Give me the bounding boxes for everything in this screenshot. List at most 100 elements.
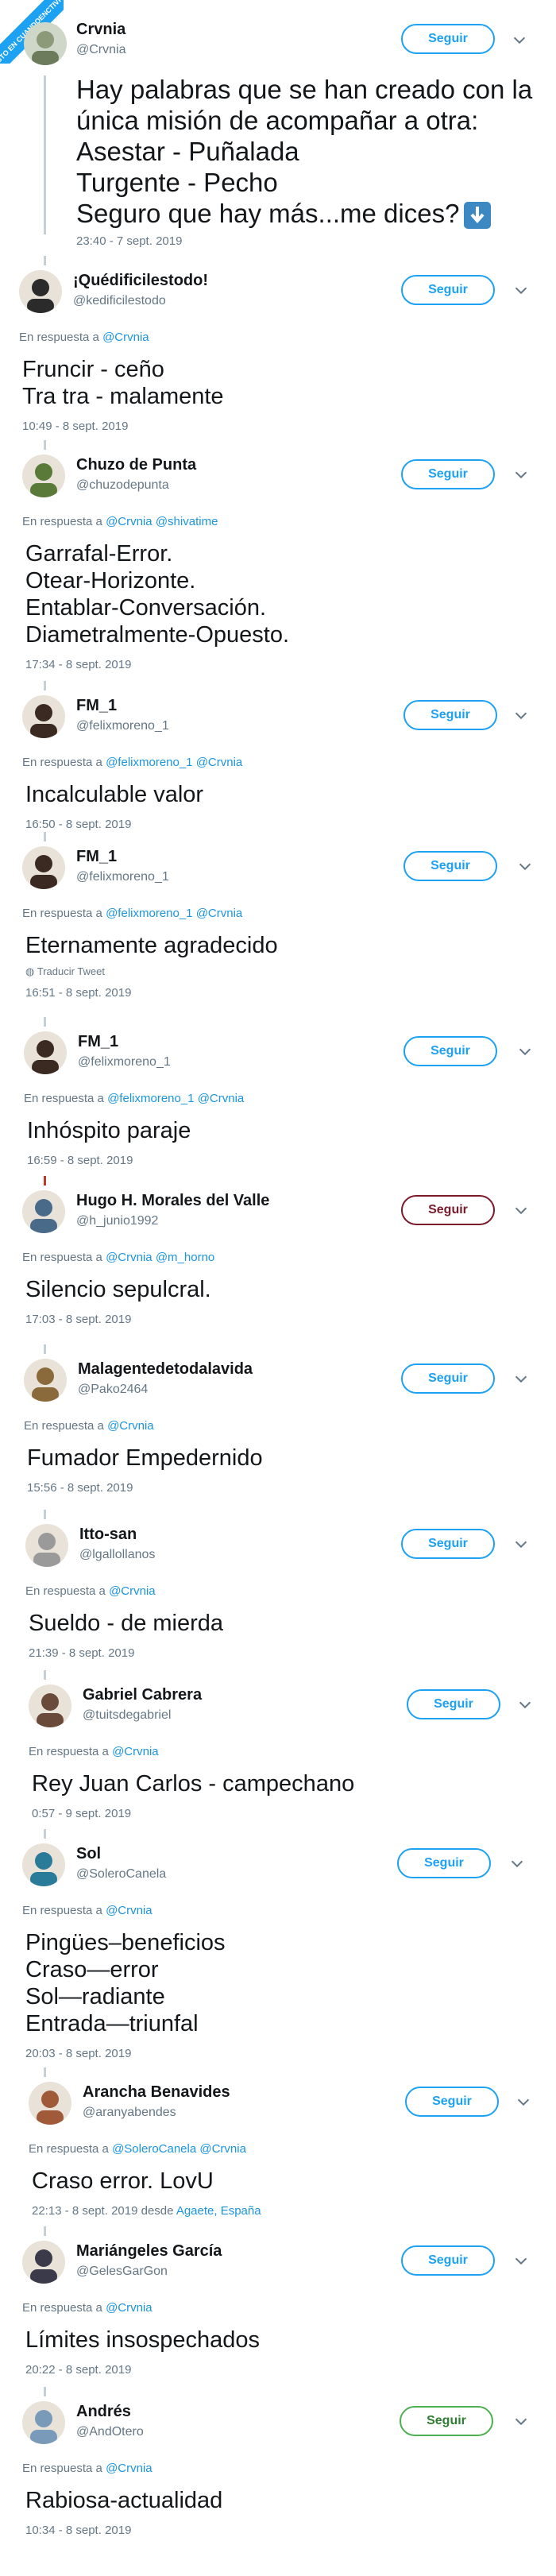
- author-name[interactable]: Mariángeles García: [76, 2242, 222, 2261]
- chevron-down-icon[interactable]: [508, 1855, 526, 1873]
- follow-button[interactable]: Seguir: [403, 851, 497, 881]
- avatar[interactable]: [22, 1843, 65, 1886]
- author-name[interactable]: Andrés: [76, 2403, 131, 2421]
- author-handle[interactable]: @kedificilestodo: [73, 294, 166, 308]
- author-name[interactable]: FM_1: [76, 848, 117, 866]
- timestamp[interactable]: 21:39 - 8 sept. 2019: [29, 1646, 134, 1660]
- timestamp[interactable]: 23:40 - 7 sept. 2019: [76, 234, 182, 248]
- follow-button[interactable]: Seguir: [403, 700, 497, 730]
- mention-link[interactable]: @felixmoreno_1: [106, 907, 192, 920]
- mention-link[interactable]: @Crvnia: [109, 1584, 156, 1598]
- timestamp[interactable]: 17:03 - 8 sept. 2019: [25, 1313, 131, 1326]
- mention-link[interactable]: @m_horno: [156, 1251, 214, 1264]
- timestamp[interactable]: 20:03 - 8 sept. 2019: [25, 2047, 131, 2060]
- mention-link[interactable]: @Crvnia: [199, 2142, 246, 2156]
- author-name[interactable]: Sol: [76, 1845, 101, 1863]
- author-name[interactable]: FM_1: [76, 697, 117, 715]
- timestamp[interactable]: 16:50 - 8 sept. 2019: [25, 818, 131, 831]
- mention-link[interactable]: @Crvnia: [112, 1745, 159, 1758]
- avatar[interactable]: [25, 1524, 68, 1567]
- mention-link[interactable]: @Crvnia: [196, 907, 243, 920]
- mention-link[interactable]: @Crvnia: [198, 1092, 245, 1105]
- follow-button[interactable]: Seguir: [401, 1195, 495, 1225]
- avatar[interactable]: [22, 695, 65, 738]
- follow-button[interactable]: Seguir: [403, 1036, 497, 1066]
- author-name[interactable]: Chuzo de Punta: [76, 456, 196, 474]
- follow-button[interactable]: Seguir: [401, 24, 495, 54]
- follow-button[interactable]: Seguir: [407, 1689, 500, 1719]
- chevron-down-icon[interactable]: [512, 2253, 530, 2270]
- avatar[interactable]: [29, 1684, 71, 1727]
- chevron-down-icon[interactable]: [516, 858, 534, 876]
- mention-link[interactable]: @Crvnia: [106, 2301, 153, 2315]
- avatar[interactable]: [24, 1359, 67, 1402]
- mention-link[interactable]: @Crvnia: [106, 1904, 153, 1917]
- mention-link[interactable]: @Crvnia: [102, 331, 149, 344]
- avatar[interactable]: [29, 2082, 71, 2125]
- chevron-down-icon[interactable]: [512, 466, 530, 484]
- avatar[interactable]: [22, 2401, 65, 2444]
- author-handle[interactable]: @felixmoreno_1: [76, 870, 169, 884]
- author-handle[interactable]: @h_junio1992: [76, 1214, 158, 1228]
- location-link[interactable]: Agaete, España: [176, 2204, 261, 2218]
- timestamp[interactable]: 16:51 - 8 sept. 2019: [25, 986, 131, 1000]
- author-name[interactable]: Crvnia: [76, 21, 125, 39]
- mention-link[interactable]: @felixmoreno_1: [106, 756, 192, 769]
- avatar[interactable]: [19, 270, 62, 313]
- author-handle[interactable]: @felixmoreno_1: [78, 1055, 171, 1069]
- follow-button[interactable]: Seguir: [401, 2245, 495, 2276]
- timestamp[interactable]: 10:34 - 8 sept. 2019: [25, 2524, 131, 2537]
- author-name[interactable]: Itto-san: [79, 1526, 137, 1544]
- author-handle[interactable]: @felixmoreno_1: [76, 719, 169, 733]
- follow-button[interactable]: Seguir: [401, 1363, 495, 1394]
- mention-link[interactable]: @Crvnia: [106, 1251, 153, 1264]
- avatar[interactable]: [22, 454, 65, 497]
- follow-button[interactable]: Seguir: [401, 275, 495, 305]
- author-handle[interactable]: @Crvnia: [76, 43, 125, 57]
- timestamp[interactable]: 0:57 - 9 sept. 2019: [32, 1807, 131, 1820]
- chevron-down-icon[interactable]: [512, 1536, 530, 1553]
- chevron-down-icon[interactable]: [515, 2094, 532, 2111]
- author-handle[interactable]: @AndOtero: [76, 2425, 144, 2439]
- follow-button[interactable]: Seguir: [405, 2087, 499, 2117]
- author-handle[interactable]: @lgallollanos: [79, 1548, 155, 1562]
- translate-link[interactable]: ◍ Traducir Tweet: [25, 965, 105, 978]
- timestamp[interactable]: 15:56 - 8 sept. 2019: [27, 1481, 133, 1495]
- chevron-down-icon[interactable]: [512, 1202, 530, 1220]
- avatar[interactable]: [24, 1031, 67, 1074]
- author-name[interactable]: Arancha Benavides: [83, 2083, 230, 2102]
- avatar[interactable]: [22, 2241, 65, 2284]
- author-handle[interactable]: @aranyabendes: [83, 2106, 176, 2120]
- chevron-down-icon[interactable]: [511, 32, 528, 49]
- timestamp[interactable]: 20:22 - 8 sept. 2019: [25, 2363, 131, 2377]
- author-name[interactable]: ¡Quédificilestodo!: [73, 272, 208, 290]
- author-name[interactable]: Malagentedetodalavida: [78, 1360, 253, 1379]
- follow-button[interactable]: Seguir: [397, 1848, 491, 1878]
- timestamp[interactable]: 22:13 - 8 sept. 2019 desde Agaete, Españ…: [32, 2204, 261, 2218]
- follow-button[interactable]: Seguir: [401, 1529, 495, 1559]
- mention-link[interactable]: @SoleroCanela: [112, 2142, 196, 2156]
- mention-link[interactable]: @Crvnia: [196, 756, 243, 769]
- timestamp[interactable]: 16:59 - 8 sept. 2019: [27, 1154, 133, 1167]
- author-handle[interactable]: @GelesGarGon: [76, 2265, 168, 2279]
- follow-button[interactable]: Seguir: [401, 459, 495, 489]
- mention-link[interactable]: @Crvnia: [106, 2462, 153, 2475]
- author-handle[interactable]: @chuzodepunta: [76, 478, 169, 493]
- mention-link[interactable]: @felixmoreno_1: [107, 1092, 194, 1105]
- mention-link[interactable]: @Crvnia: [107, 1419, 154, 1433]
- avatar[interactable]: [22, 846, 65, 889]
- timestamp[interactable]: 17:34 - 8 sept. 2019: [25, 658, 131, 671]
- mention-link[interactable]: @Crvnia: [106, 515, 153, 528]
- avatar[interactable]: [22, 1190, 65, 1233]
- follow-button[interactable]: Seguir: [400, 2406, 493, 2436]
- author-name[interactable]: FM_1: [78, 1033, 118, 1051]
- chevron-down-icon[interactable]: [512, 1371, 530, 1388]
- mention-link[interactable]: @shivatime: [156, 515, 218, 528]
- author-name[interactable]: Hugo H. Morales del Valle: [76, 1192, 269, 1210]
- author-handle[interactable]: @Pako2464: [78, 1383, 148, 1397]
- author-name[interactable]: Gabriel Cabrera: [83, 1686, 202, 1704]
- chevron-down-icon[interactable]: [512, 282, 530, 300]
- avatar[interactable]: [24, 22, 67, 65]
- timestamp[interactable]: 10:49 - 8 sept. 2019: [22, 420, 128, 433]
- author-handle[interactable]: @SoleroCanela: [76, 1867, 166, 1882]
